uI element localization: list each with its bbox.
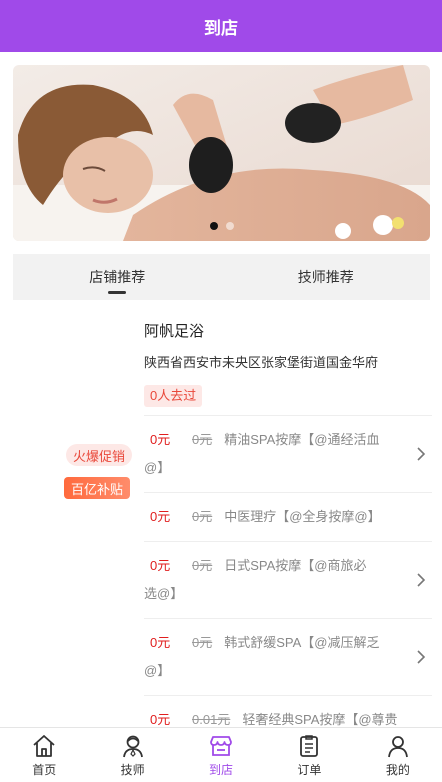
- chevron-right-icon: [417, 573, 426, 587]
- tab-technician-recommend[interactable]: 技师推荐: [222, 254, 431, 300]
- subsidy-badge: 百亿补贴: [63, 477, 130, 499]
- tab-shop-recommend[interactable]: 店铺推荐: [13, 254, 222, 300]
- shop-badges: 火爆促销 百亿补贴: [0, 300, 140, 727]
- service-name: 日式SPA按摩【@商旅必: [224, 558, 367, 573]
- service-price: 0元: [150, 509, 171, 524]
- nav-order[interactable]: 订单: [265, 728, 353, 782]
- recommend-tabs: 店铺推荐 技师推荐: [13, 254, 430, 300]
- shop-card[interactable]: 火爆促销 百亿补贴 阿帆足浴 陕西省西安市未央区张家堡街道国金华府 0人去过 0…: [0, 300, 442, 727]
- home-icon: [33, 734, 55, 757]
- service-item[interactable]: 0元 0元 韩式舒缓SPA【@减压解乏 @】: [144, 618, 432, 695]
- visited-count-badge: 0人去过: [144, 385, 203, 407]
- store-icon: [210, 735, 232, 756]
- service-item[interactable]: 0元 0元 中医理疗【@全身按摩@】: [144, 492, 432, 541]
- service-name-cont: @】: [144, 460, 171, 475]
- service-item[interactable]: 0元 0元 精油SPA按摩【@通经活血 @】: [144, 415, 432, 492]
- service-name: 轻奢经典SPA按摩【@尊贵: [242, 712, 398, 727]
- carousel-dot[interactable]: [209, 222, 218, 230]
- shop-name[interactable]: 阿帆足浴: [144, 320, 432, 340]
- service-original-price: 0.01元: [192, 712, 231, 727]
- order-icon: [300, 734, 319, 757]
- service-original-price: 0元: [192, 509, 213, 524]
- nav-profile[interactable]: 我的: [354, 728, 442, 782]
- nav-store[interactable]: 到店: [177, 728, 265, 782]
- service-price: 0元: [150, 432, 171, 447]
- promo-banner[interactable]: [13, 65, 430, 241]
- page-title: 到店: [204, 18, 238, 38]
- bottom-nav: 首页 技师 到店 订单 我的: [0, 727, 442, 782]
- service-name-cont: @】: [144, 663, 171, 678]
- profile-icon: [387, 735, 408, 757]
- service-price: 0元: [150, 558, 171, 573]
- technician-icon: [122, 735, 143, 757]
- carousel-dots[interactable]: [13, 222, 430, 230]
- service-name-cont: 选@】: [144, 586, 184, 601]
- service-original-price: 0元: [192, 635, 213, 650]
- service-item[interactable]: 0元 0.01元 轻奢经典SPA按摩【@尊贵: [144, 695, 432, 727]
- service-original-price: 0元: [192, 432, 213, 447]
- shop-address: 陕西省西安市未央区张家堡街道国金华府: [144, 355, 379, 370]
- nav-home[interactable]: 首页: [0, 728, 88, 782]
- service-item[interactable]: 0元 0元 日式SPA按摩【@商旅必 选@】: [144, 541, 432, 618]
- service-original-price: 0元: [192, 558, 213, 573]
- page-header: 到店: [0, 0, 442, 52]
- service-name: 韩式舒缓SPA【@减压解乏: [224, 635, 380, 650]
- service-name: 精油SPA按摩【@通经活血: [224, 432, 380, 447]
- massage-photo: [13, 65, 430, 241]
- nav-technician[interactable]: 技师: [88, 728, 176, 782]
- service-price: 0元: [150, 712, 171, 727]
- service-name: 中医理疗【@全身按摩@】: [224, 509, 381, 524]
- carousel-dot[interactable]: [225, 222, 234, 230]
- chevron-right-icon: [417, 650, 426, 664]
- service-price: 0元: [150, 635, 171, 650]
- chevron-right-icon: [417, 447, 426, 461]
- hot-promo-badge: 火爆促销: [65, 444, 132, 466]
